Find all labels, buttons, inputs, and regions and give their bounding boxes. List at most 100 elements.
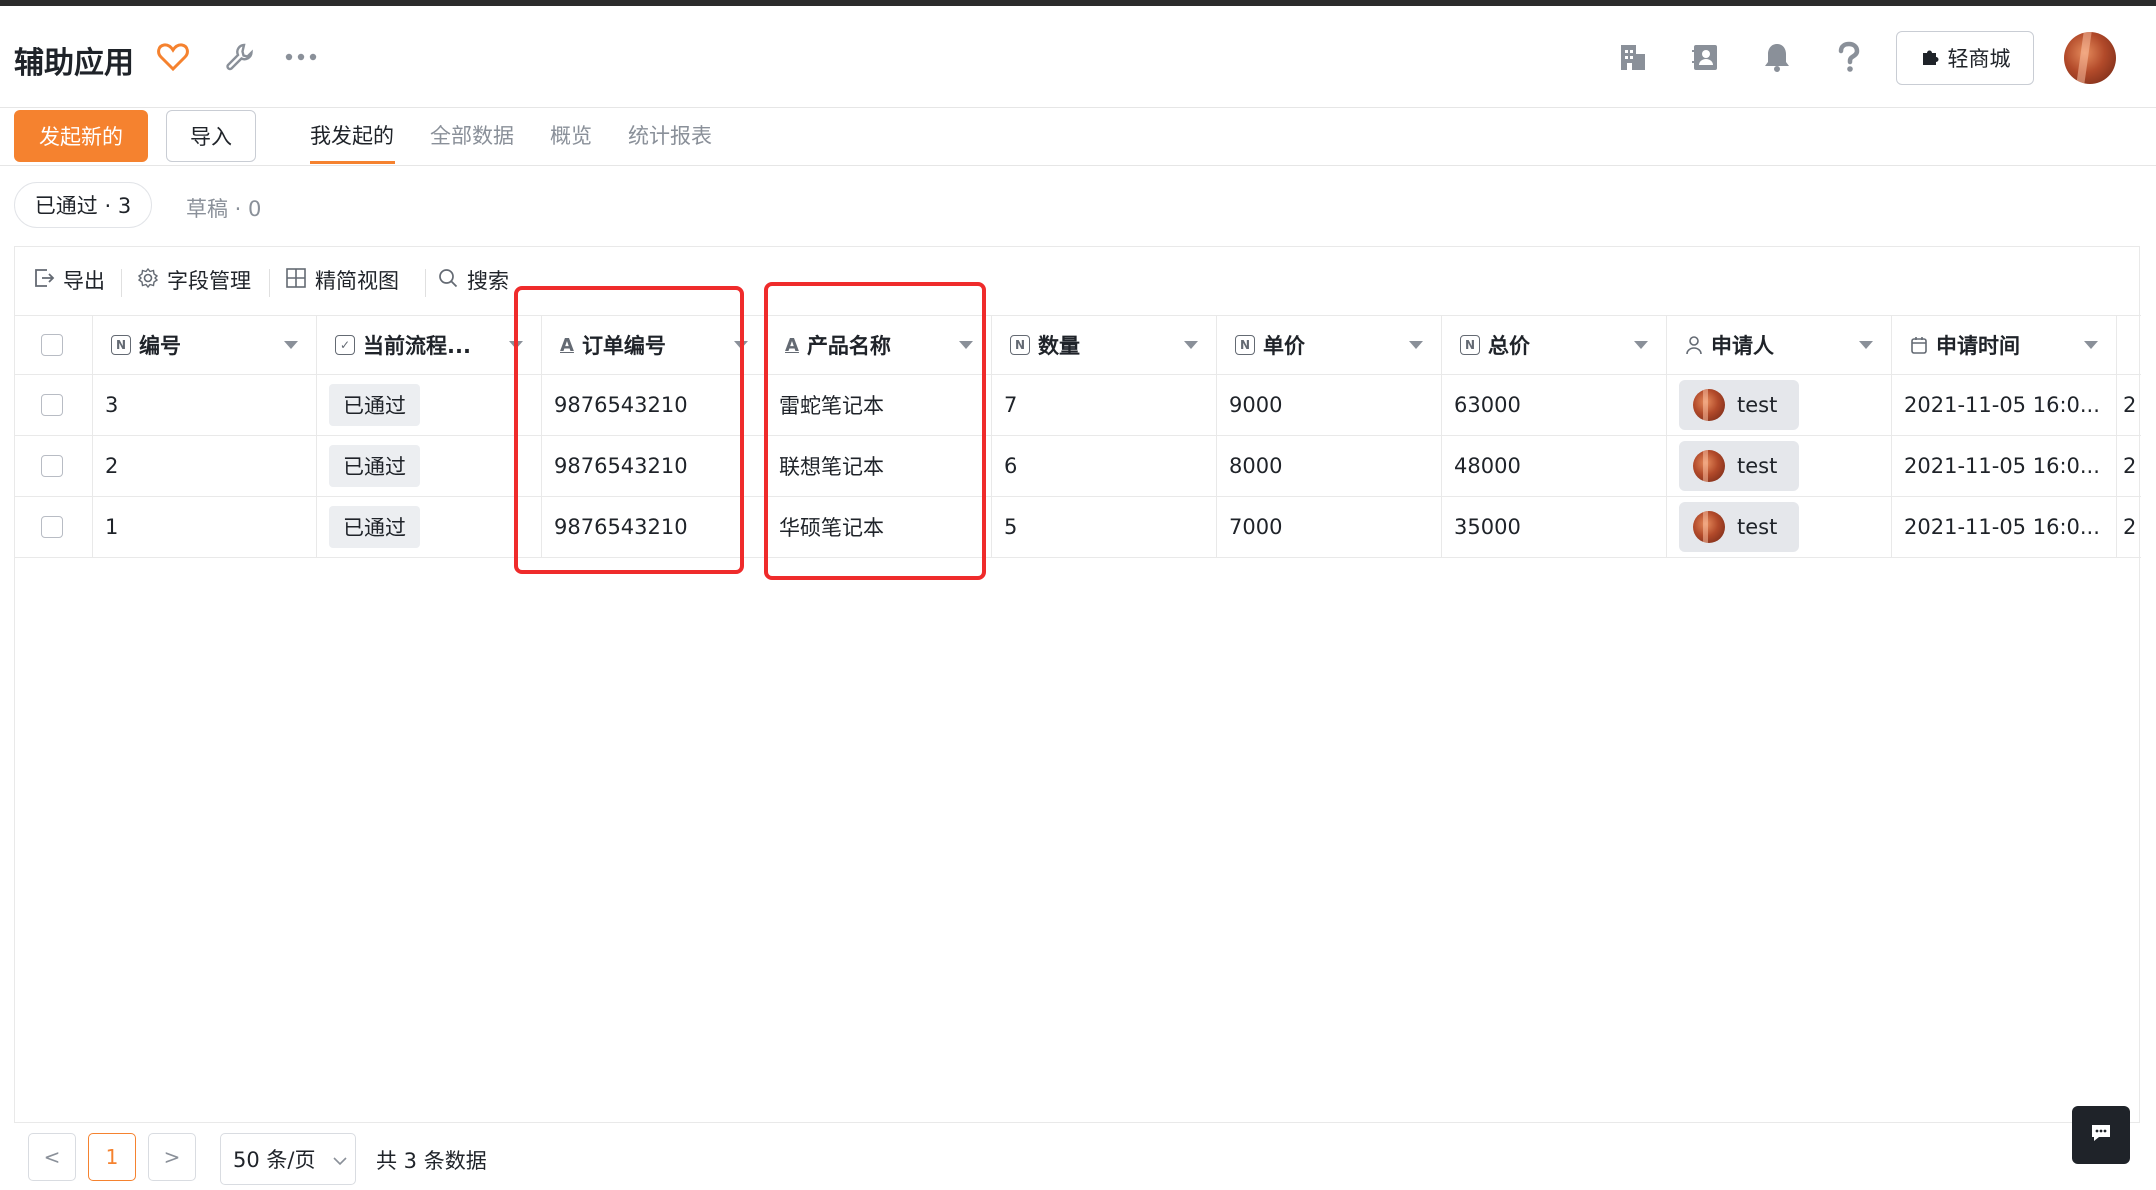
filter-approved[interactable]: 已通过 · 3: [14, 182, 152, 228]
bell-icon[interactable]: [1760, 40, 1794, 74]
import-button[interactable]: 导入: [166, 110, 256, 162]
mall-button-label: 轻商城: [1947, 47, 2011, 71]
highlight-box-order-no: [514, 286, 744, 574]
cell-overflow: 2: [2123, 393, 2137, 417]
heart-icon[interactable]: [156, 40, 190, 74]
column-header-id[interactable]: N 编号: [93, 316, 317, 374]
cell-flow: 已通过: [317, 436, 542, 496]
active-tab-indicator: [310, 161, 395, 164]
cell-id: 3: [93, 375, 317, 435]
help-icon[interactable]: [1832, 40, 1866, 74]
cell-id: 2: [93, 436, 317, 496]
table-header: N 编号 ✓ 当前流程... A 订单编号 A 产品名称 N 数量 N 单价 N…: [15, 315, 2141, 375]
cell-qty: 5: [992, 497, 1217, 557]
cell-applicant: test: [1667, 436, 1892, 496]
avatar: [1693, 511, 1725, 543]
column-header-qty[interactable]: N 数量: [992, 316, 1217, 374]
applicant-name: test: [1737, 454, 1778, 478]
more-icon[interactable]: [284, 40, 318, 74]
column-header-total[interactable]: N 总价: [1442, 316, 1667, 374]
wrench-icon[interactable]: [222, 40, 256, 74]
pagination-bar: < 1 > 50 条/页 共 3 条数据: [14, 1122, 2140, 1190]
column-menu-caret-icon[interactable]: [1409, 341, 1423, 349]
building-icon[interactable]: [1616, 40, 1650, 74]
next-page-button[interactable]: >: [148, 1133, 196, 1181]
filter-draft[interactable]: 草稿 · 0: [186, 193, 261, 223]
user-avatar[interactable]: [2064, 32, 2116, 84]
select-all-cell: [15, 316, 93, 374]
row-checkbox[interactable]: [41, 455, 63, 477]
mall-button[interactable]: 轻商城: [1896, 31, 2034, 85]
search-label: 搜索: [467, 269, 509, 293]
cell-total: 35000: [1442, 497, 1667, 557]
chat-button[interactable]: [2072, 1106, 2130, 1164]
table-row[interactable]: 3 已通过 9876543210 雷蛇笔记本 7 9000 63000 test…: [15, 375, 2141, 436]
action-bar: 发起新的 导入 我发起的 全部数据 概览 统计报表: [0, 108, 2156, 166]
row-select-cell: [15, 497, 93, 557]
applicant-name: test: [1737, 515, 1778, 539]
table-row[interactable]: 1 已通过 9876543210 华硕笔记本 5 7000 35000 test…: [15, 497, 2141, 558]
cell-total: 63000: [1442, 375, 1667, 435]
column-header-time[interactable]: 申请时间: [1892, 316, 2117, 374]
export-label: 导出: [63, 269, 105, 293]
status-badge: 已通过: [329, 445, 420, 487]
cell-overflow: 2: [2123, 515, 2137, 539]
app-title: 辅助应用: [14, 46, 134, 81]
tab-my-submissions[interactable]: 我发起的: [310, 120, 394, 150]
number-field-icon: N: [111, 335, 131, 355]
row-checkbox[interactable]: [41, 394, 63, 416]
user-tag[interactable]: test: [1679, 441, 1800, 491]
contacts-icon[interactable]: [1688, 40, 1722, 74]
export-button[interactable]: 导出: [33, 265, 105, 295]
cell-applicant: test: [1667, 497, 1892, 557]
avatar: [1693, 389, 1725, 421]
column-header-price[interactable]: N 单价: [1217, 316, 1442, 374]
cell-time: 2021-11-05 16:0...: [1892, 497, 2117, 557]
table-row[interactable]: 2 已通过 9876543210 联想笔记本 6 8000 48000 test…: [15, 436, 2141, 497]
search-button[interactable]: 搜索: [437, 265, 509, 295]
search-icon: [437, 267, 459, 294]
checkbox-field-icon: ✓: [335, 335, 355, 355]
column-header-applicant[interactable]: 申请人: [1667, 316, 1892, 374]
column-menu-caret-icon[interactable]: [284, 341, 298, 349]
cell-time: 2021-11-05 16:0...: [1892, 375, 2117, 435]
toolbar-divider: [121, 269, 122, 297]
page-number-current[interactable]: 1: [88, 1133, 136, 1181]
prev-page-button[interactable]: <: [28, 1133, 76, 1181]
puzzle-icon: [1920, 46, 1940, 71]
column-menu-caret-icon[interactable]: [2084, 341, 2098, 349]
cell-flow: 已通过: [317, 375, 542, 435]
row-select-cell: [15, 436, 93, 496]
chevron-down-icon: [333, 1147, 348, 1171]
column-label: 申请时间: [1936, 334, 2020, 358]
column-menu-caret-icon[interactable]: [1634, 341, 1648, 349]
create-new-button[interactable]: 发起新的: [14, 110, 148, 162]
data-table-card: 导出 字段管理 精简视图 搜索 N 编号 ✓ 当前流程... A 订单编号 A …: [14, 246, 2141, 1190]
column-menu-caret-icon[interactable]: [1184, 341, 1198, 349]
highlight-box-product: [764, 282, 986, 580]
number-field-icon: N: [1460, 335, 1480, 355]
select-all-checkbox[interactable]: [41, 334, 63, 356]
column-menu-caret-icon[interactable]: [1859, 341, 1873, 349]
field-management-button[interactable]: 字段管理: [137, 265, 251, 295]
status-badge: 已通过: [329, 506, 420, 548]
table-toolbar: 导出 字段管理 精简视图 搜索: [15, 247, 2139, 315]
avatar: [1693, 450, 1725, 482]
tab-overview[interactable]: 概览: [550, 120, 592, 150]
tab-reports[interactable]: 统计报表: [628, 120, 712, 150]
row-checkbox[interactable]: [41, 516, 63, 538]
number-field-icon: N: [1010, 335, 1030, 355]
column-label: 当前流程...: [363, 334, 471, 358]
cell-qty: 7: [992, 375, 1217, 435]
page-size-value: 50 条/页: [233, 1148, 316, 1172]
number-field-icon: N: [1235, 335, 1255, 355]
page-size-select[interactable]: 50 条/页: [220, 1133, 356, 1185]
tab-all-data[interactable]: 全部数据: [430, 120, 514, 150]
cell-id: 1: [93, 497, 317, 557]
user-tag[interactable]: test: [1679, 502, 1800, 552]
user-tag[interactable]: test: [1679, 380, 1800, 430]
compact-view-button[interactable]: 精简视图: [285, 265, 399, 295]
column-header-flow[interactable]: ✓ 当前流程...: [317, 316, 542, 374]
toolbar-divider: [425, 269, 426, 297]
toolbar-divider: [269, 269, 270, 297]
